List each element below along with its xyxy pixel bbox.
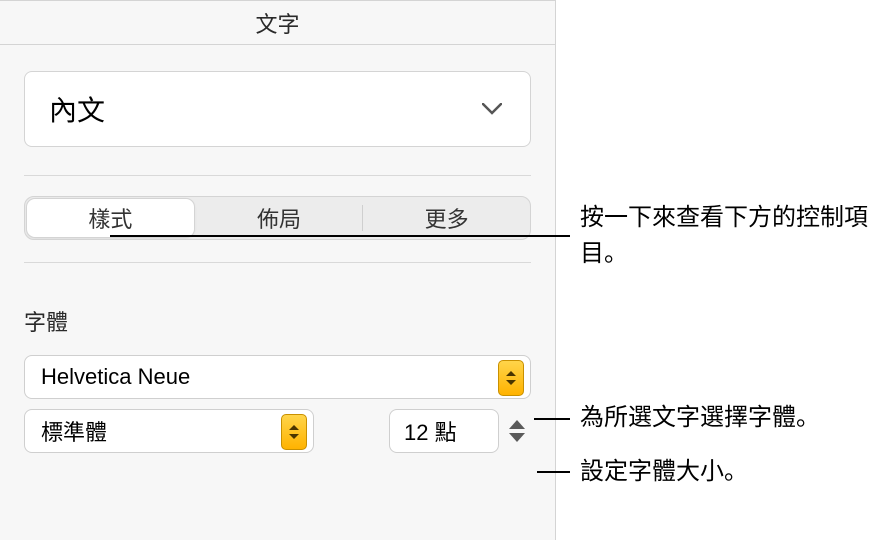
panel-title: 文字	[0, 1, 555, 45]
dropdown-stepper-icon	[281, 414, 307, 450]
chevron-down-icon	[482, 103, 502, 115]
font-size-group: 12 點	[328, 409, 531, 453]
font-section-label: 字體	[24, 305, 531, 337]
format-panel: 文字 內文 樣式 佈局 更多 字體 Helvetica Neue	[0, 0, 556, 540]
font-size-field[interactable]: 12 點	[389, 409, 499, 453]
dropdown-stepper-icon	[498, 360, 524, 396]
font-size-stepper[interactable]	[503, 409, 531, 453]
font-variant-dropdown[interactable]: 標準體	[24, 409, 314, 453]
callout-line	[534, 418, 570, 420]
paragraph-style-value: 內文	[49, 89, 105, 129]
callout-font-family: 為所選文字選擇字體。	[580, 400, 880, 436]
tab-more-label: 更多	[425, 202, 469, 234]
tab-layout-label: 佈局	[257, 202, 301, 234]
font-family-value: Helvetica Neue	[41, 364, 190, 390]
font-size-value: 12 點	[404, 415, 457, 447]
divider	[24, 262, 531, 263]
font-variant-value: 標準體	[41, 415, 107, 447]
stepper-up-icon[interactable]	[509, 420, 525, 429]
tab-layout[interactable]: 佈局	[196, 197, 363, 239]
callout-font-size: 設定字體大小。	[580, 454, 880, 490]
callout-tabs: 按一下來查看下方的控制項目。	[580, 200, 870, 272]
callout-line	[110, 235, 570, 237]
stepper-down-icon[interactable]	[509, 433, 525, 442]
tab-style-label: 樣式	[88, 202, 132, 234]
tab-style[interactable]: 樣式	[27, 199, 194, 237]
paragraph-style-dropdown[interactable]: 內文	[24, 71, 531, 147]
callout-line	[537, 471, 570, 473]
tab-more[interactable]: 更多	[363, 197, 530, 239]
divider	[24, 175, 531, 176]
font-family-dropdown[interactable]: Helvetica Neue	[24, 355, 531, 399]
tab-segmented-control: 樣式 佈局 更多	[24, 196, 531, 240]
